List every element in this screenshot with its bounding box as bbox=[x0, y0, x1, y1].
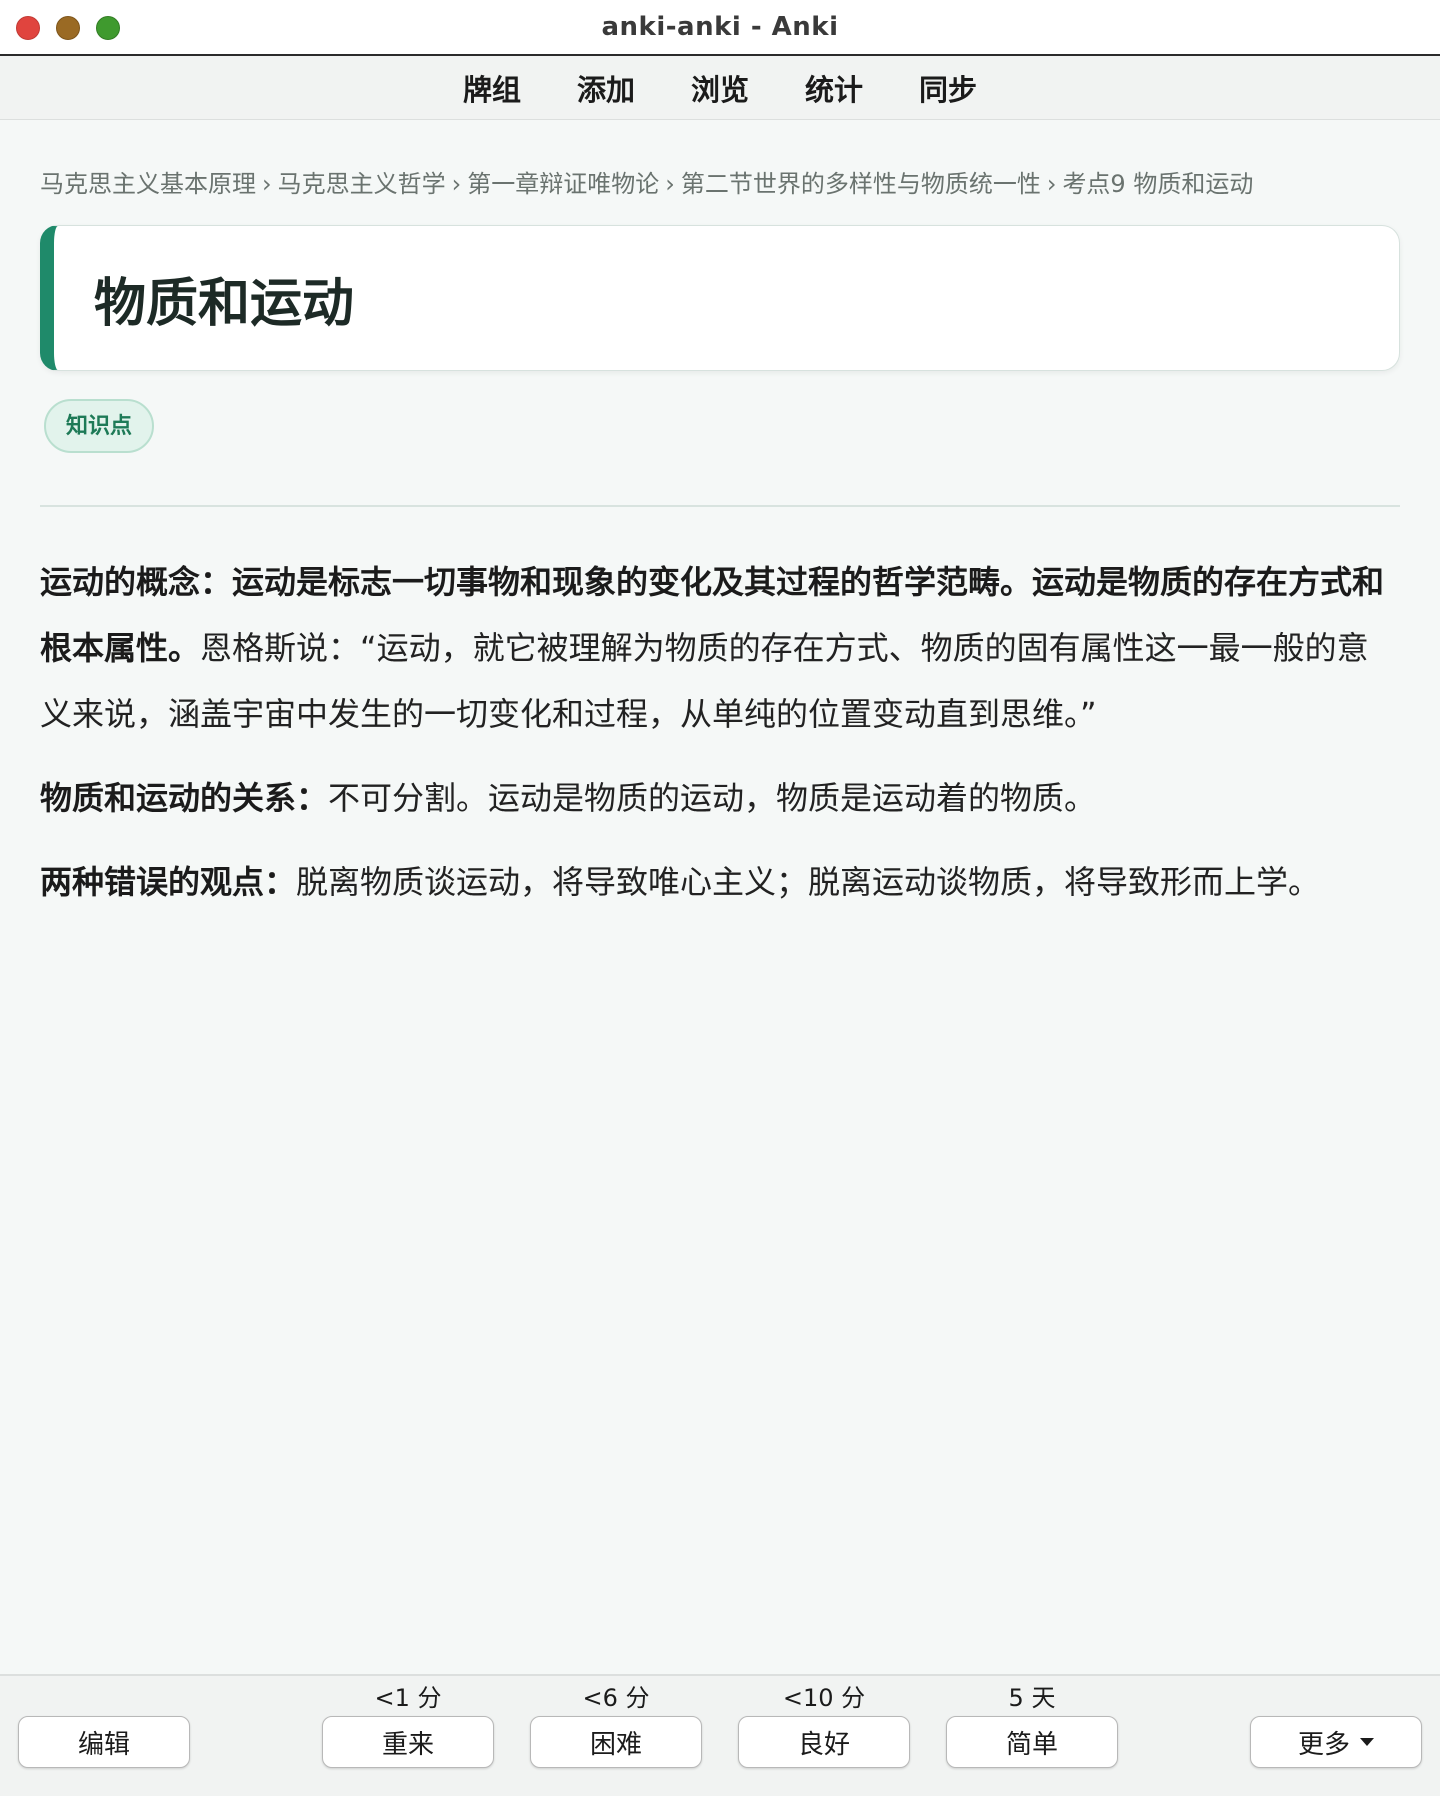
breadcrumb-item: 考点9 物质和运动 bbox=[1062, 170, 1254, 198]
window-title: anki-anki - Anki bbox=[601, 12, 839, 42]
card-tag: 知识点 bbox=[44, 399, 155, 453]
review-bottom-bar: 编辑 <1 分 重来 <6 分 困难 <10 分 良好 5 天 简单 更多 bbox=[0, 1674, 1440, 1796]
toolbar-add[interactable]: 添加 bbox=[549, 67, 663, 109]
breadcrumb-item: 第一章辩证唯物论 bbox=[467, 170, 660, 198]
hard-button[interactable]: 困难 bbox=[530, 1716, 702, 1768]
breadcrumb-separator: › bbox=[665, 170, 675, 198]
hard-interval: <6 分 bbox=[582, 1684, 650, 1712]
toolbar-stats[interactable]: 统计 bbox=[777, 67, 891, 109]
breadcrumb-item: 第二节世界的多样性与物质统一性 bbox=[680, 170, 1041, 198]
easy-interval: 5 天 bbox=[1008, 1684, 1056, 1712]
maximize-window-button[interactable] bbox=[96, 16, 120, 40]
card-body: 运动的概念：运动是标志一切事物和现象的变化及其过程的哲学范畴。运动是物质的存在方… bbox=[40, 549, 1400, 915]
divider bbox=[40, 505, 1400, 507]
breadcrumb-item: 马克思主义基本原理 bbox=[40, 170, 256, 198]
paragraph-text: 脱离物质谈运动，将导致唯心主义；脱离运动谈物质，将导致形而上学。 bbox=[296, 863, 1321, 901]
toolbar-browse[interactable]: 浏览 bbox=[663, 67, 777, 109]
again-button[interactable]: 重来 bbox=[322, 1716, 494, 1768]
breadcrumb: 马克思主义基本原理 › 马克思主义哲学 › 第一章辩证唯物论 › 第二节世界的多样性与物质统… bbox=[40, 164, 1400, 199]
paragraph-concept: 运动的概念：运动是标志一切事物和现象的变化及其过程的哲学范畴。运动是物质的存在方… bbox=[40, 549, 1400, 747]
paragraph-relation: 物质和运动的关系：不可分割。运动是物质的运动，物质是运动着的物质。 bbox=[40, 765, 1400, 831]
edit-button[interactable]: 编辑 bbox=[18, 1716, 190, 1768]
good-interval: <10 分 bbox=[782, 1684, 866, 1712]
paragraph-text: 不可分割。运动是物质的运动，物质是运动着的物质。 bbox=[328, 779, 1097, 817]
close-window-button[interactable] bbox=[16, 16, 40, 40]
more-button[interactable]: 更多 bbox=[1250, 1716, 1422, 1768]
paragraph-bold: 两种错误的观点： bbox=[40, 863, 297, 901]
paragraph-errors: 两种错误的观点：脱离物质谈运动，将导致唯心主义；脱离运动谈物质，将导致形而上学。 bbox=[40, 849, 1400, 915]
more-label: 更多 bbox=[1297, 1729, 1350, 1760]
breadcrumb-separator: › bbox=[451, 170, 462, 198]
main-toolbar: 牌组 添加 浏览 统计 同步 bbox=[0, 56, 1440, 120]
paragraph-text: 恩格斯说：“运动，就它被理解为物质的存在方式、物质的固有属性这一最一般的意义来说… bbox=[40, 629, 1369, 733]
again-interval: <1 分 bbox=[374, 1684, 442, 1712]
breadcrumb-separator: › bbox=[262, 170, 272, 198]
toolbar-sync[interactable]: 同步 bbox=[891, 67, 1005, 109]
breadcrumb-item: 马克思主义哲学 bbox=[277, 170, 446, 198]
good-button[interactable]: 良好 bbox=[738, 1716, 910, 1768]
card-title: 物质和运动 bbox=[94, 273, 355, 334]
breadcrumb-separator: › bbox=[1046, 170, 1057, 198]
paragraph-bold: 物质和运动的关系： bbox=[40, 779, 329, 817]
card-content: 马克思主义基本原理 › 马克思主义哲学 › 第一章辩证唯物论 › 第二节世界的多样性与物质统… bbox=[0, 164, 1440, 915]
title-bar: anki-anki - Anki bbox=[0, 0, 1440, 56]
window-controls bbox=[16, 16, 120, 40]
anki-window: anki-anki - Anki 牌组 添加 浏览 统计 同步 马克思主义基本原… bbox=[0, 0, 1440, 1796]
easy-button[interactable]: 简单 bbox=[946, 1716, 1118, 1768]
caret-down-icon bbox=[1360, 1738, 1374, 1746]
card-title-box: 物质和运动 bbox=[40, 225, 1400, 371]
toolbar-decks[interactable]: 牌组 bbox=[435, 67, 549, 109]
minimize-window-button[interactable] bbox=[56, 16, 80, 40]
